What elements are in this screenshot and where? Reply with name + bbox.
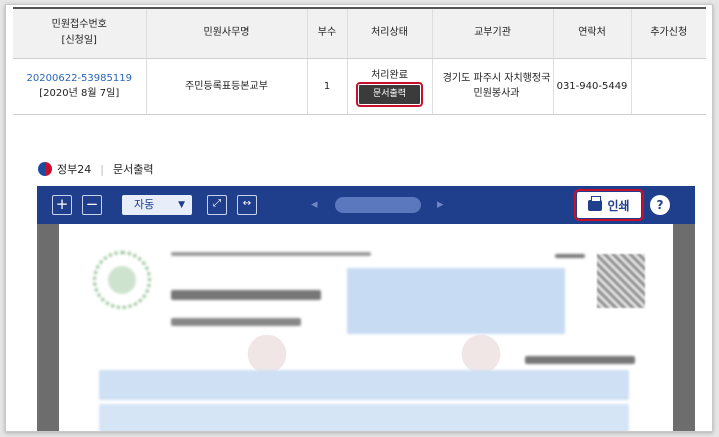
- table-row: 20200622-53985119 [2020년 8월 7일] 주민등록표등본교…: [13, 58, 706, 115]
- page-navigator: ◂ ▸: [307, 195, 451, 215]
- qr-code-icon: [597, 254, 645, 308]
- col-extra: 추가신청: [631, 7, 706, 59]
- col-copies: 부수: [307, 7, 348, 59]
- col-service: 민원사무명: [146, 7, 308, 59]
- doc-info-box: [347, 268, 565, 334]
- doc-line: [171, 318, 301, 326]
- help-icon[interactable]: ?: [650, 195, 670, 215]
- zoom-value: 자동: [134, 198, 155, 211]
- print-label: 인쇄: [607, 198, 630, 213]
- col-app-no: 민원접수번호 [신청일]: [13, 7, 147, 59]
- page-indicator[interactable]: [335, 197, 421, 213]
- col-status: 처리상태: [347, 7, 433, 59]
- doc-table-body: [99, 404, 629, 431]
- zoom-in-icon[interactable]: +: [52, 195, 72, 215]
- app-no-link[interactable]: 20200622-53985119: [13, 71, 146, 86]
- zoom-select[interactable]: 자동 ▼: [122, 195, 192, 215]
- app-no-cell: 20200622-53985119 [2020년 8월 7일]: [13, 58, 147, 115]
- agency-line1: 경기도 파주시 자치행정국: [442, 73, 551, 84]
- app-date: [2020년 8월 7일]: [39, 88, 120, 99]
- col-agency: 교부기관: [432, 7, 554, 59]
- printer-icon: [588, 195, 603, 211]
- viewer-heading: 문서출력: [112, 163, 154, 176]
- extra-cell: [631, 58, 706, 115]
- document-viewport[interactable]: [37, 224, 695, 431]
- doc-line: [555, 254, 585, 258]
- next-page-icon[interactable]: ▸: [437, 195, 444, 215]
- gov24-logo-icon: [38, 162, 52, 176]
- agency-cell: 경기도 파주시 자치행정국 민원봉사과: [432, 58, 554, 115]
- doc-line: [171, 252, 371, 256]
- agency-line2: 민원봉사과: [473, 88, 520, 99]
- viewer-toolbar: + − 자동 ▼ ⤢ ↔ ◂ ▸ 인쇄 ?: [37, 186, 695, 224]
- fit-page-icon[interactable]: ⤢: [207, 195, 227, 215]
- copies-cell: 1: [307, 58, 348, 115]
- chevron-down-icon: ▼: [178, 200, 185, 210]
- window-frame: 민원접수번호 [신청일] 민원사무명 부수 처리상태 교부기관 연락처 추가신청…: [5, 4, 713, 432]
- service-cell: 주민등록표등본교부: [146, 58, 308, 115]
- print-document-button[interactable]: 문서출력: [355, 82, 424, 107]
- doc-line: [525, 356, 635, 364]
- document-page: [59, 224, 673, 431]
- col-contact: 연락처: [553, 7, 632, 59]
- fit-width-icon[interactable]: ↔: [237, 195, 257, 215]
- prev-page-icon[interactable]: ◂: [311, 195, 318, 215]
- print-button[interactable]: 인쇄: [574, 189, 644, 221]
- seal-stamp: [93, 251, 151, 309]
- contact-cell: 031-940-5449: [553, 58, 632, 115]
- divider: |: [100, 162, 104, 176]
- brand-name: 정부24: [57, 163, 92, 176]
- status-cell: 처리완료 문서출력: [347, 58, 433, 115]
- doc-line: [171, 290, 321, 300]
- doc-table-header: [99, 370, 629, 400]
- zoom-out-icon[interactable]: −: [82, 195, 102, 215]
- status-text: 처리완료: [371, 70, 408, 81]
- viewer-title: 정부24 | 문서출력: [38, 161, 153, 177]
- application-table: 민원접수번호 [신청일] 민원사무명 부수 처리상태 교부기관 연락처 추가신청…: [13, 7, 706, 115]
